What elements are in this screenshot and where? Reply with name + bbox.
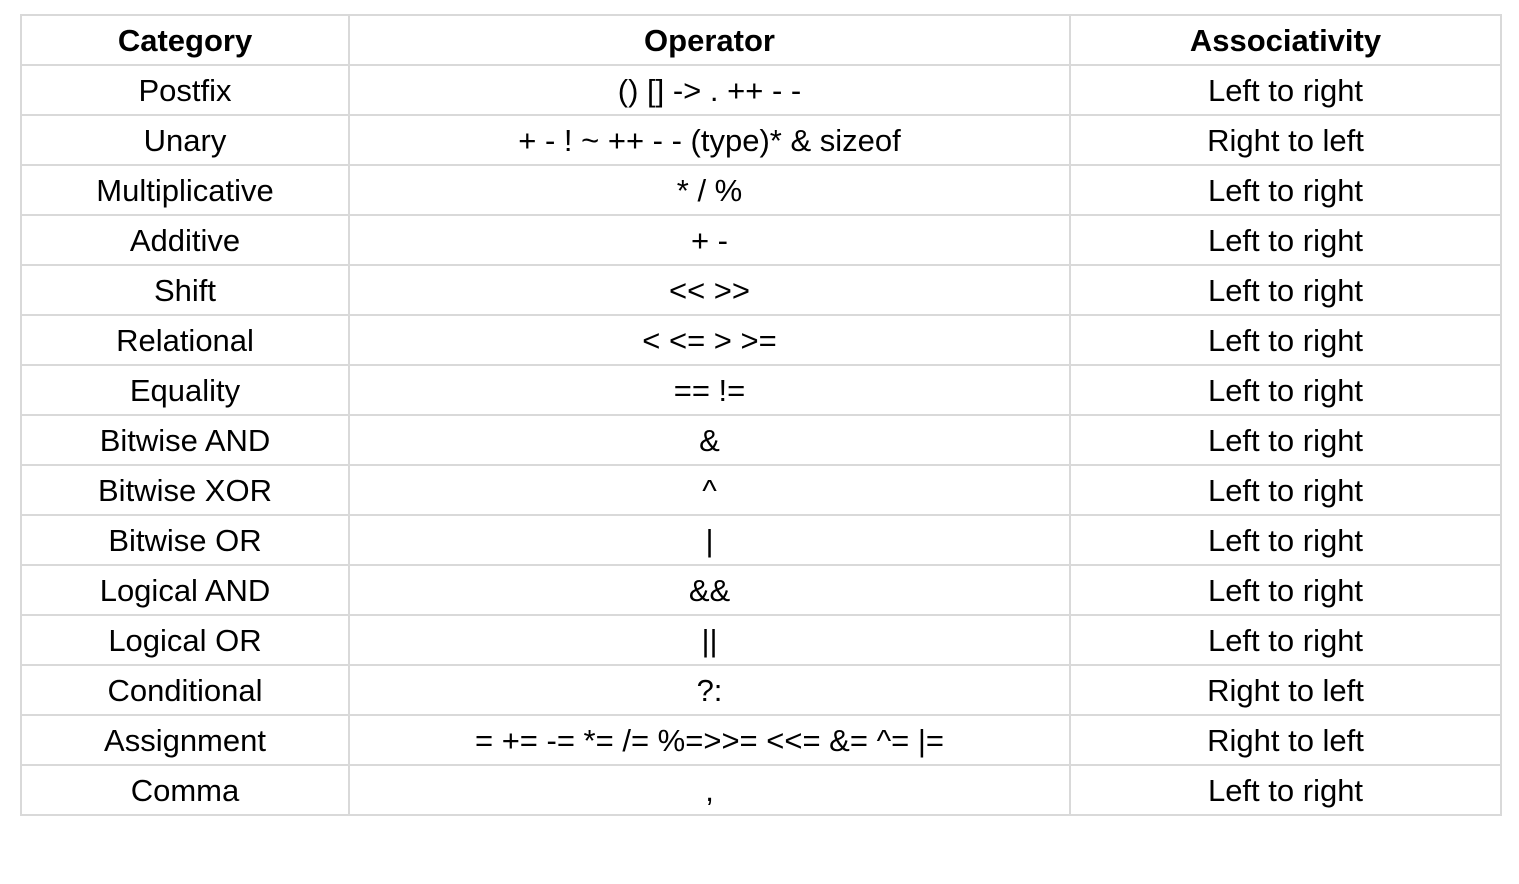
table-row: Comma , Left to right [20, 764, 1502, 816]
cell-operator: + - [348, 214, 1071, 266]
cell-category: Bitwise AND [20, 414, 350, 466]
cell-associativity: Left to right [1069, 264, 1502, 316]
table-row: Postfix () [] -> . ++ - - Left to right [20, 64, 1502, 116]
table-header: Category Operator Associativity [20, 14, 1502, 66]
cell-category: Bitwise OR [20, 514, 350, 566]
cell-operator: < <= > >= [348, 314, 1071, 366]
table-row: Bitwise XOR ^ Left to right [20, 464, 1502, 516]
cell-category: Bitwise XOR [20, 464, 350, 516]
cell-operator: & [348, 414, 1071, 466]
header-row: Category Operator Associativity [20, 14, 1502, 66]
cell-operator: ^ [348, 464, 1071, 516]
table-body: Postfix () [] -> . ++ - - Left to right … [20, 64, 1502, 816]
cell-associativity: Left to right [1069, 514, 1502, 566]
cell-operator: + - ! ~ ++ - - (type)* & sizeof [348, 114, 1071, 166]
table-row: Multiplicative * / % Left to right [20, 164, 1502, 216]
table-row: Equality == != Left to right [20, 364, 1502, 416]
table-row: Additive + - Left to right [20, 214, 1502, 266]
cell-associativity: Right to left [1069, 714, 1502, 766]
cell-operator: && [348, 564, 1071, 616]
cell-category: Additive [20, 214, 350, 266]
table-row: Conditional ?: Right to left [20, 664, 1502, 716]
table-row: Logical OR || Left to right [20, 614, 1502, 666]
cell-associativity: Left to right [1069, 564, 1502, 616]
cell-category: Shift [20, 264, 350, 316]
table-row: Relational < <= > >= Left to right [20, 314, 1502, 366]
cell-category: Postfix [20, 64, 350, 116]
cell-operator: = += -= *= /= %=>>= <<= &= ^= |= [348, 714, 1071, 766]
cell-associativity: Left to right [1069, 364, 1502, 416]
table-row: Bitwise AND & Left to right [20, 414, 1502, 466]
cell-category: Multiplicative [20, 164, 350, 216]
table-row: Bitwise OR | Left to right [20, 514, 1502, 566]
cell-associativity: Left to right [1069, 314, 1502, 366]
cell-associativity: Left to right [1069, 64, 1502, 116]
header-operator: Operator [348, 14, 1071, 66]
cell-associativity: Left to right [1069, 764, 1502, 816]
cell-operator: () [] -> . ++ - - [348, 64, 1071, 116]
cell-associativity: Right to left [1069, 114, 1502, 166]
cell-operator: , [348, 764, 1071, 816]
cell-category: Assignment [20, 714, 350, 766]
cell-associativity: Left to right [1069, 164, 1502, 216]
cell-operator: || [348, 614, 1071, 666]
cell-operator: == != [348, 364, 1071, 416]
cell-category: Comma [20, 764, 350, 816]
header-associativity: Associativity [1069, 14, 1502, 66]
cell-category: Conditional [20, 664, 350, 716]
header-category: Category [20, 14, 350, 66]
cell-associativity: Right to left [1069, 664, 1502, 716]
table-row: Logical AND && Left to right [20, 564, 1502, 616]
cell-operator: ?: [348, 664, 1071, 716]
table-row: Assignment = += -= *= /= %=>>= <<= &= ^=… [20, 714, 1502, 766]
cell-operator: * / % [348, 164, 1071, 216]
cell-category: Logical AND [20, 564, 350, 616]
cell-operator: | [348, 514, 1071, 566]
cell-category: Logical OR [20, 614, 350, 666]
operator-precedence-table: Category Operator Associativity Postfix … [20, 14, 1502, 816]
cell-operator: << >> [348, 264, 1071, 316]
cell-category: Relational [20, 314, 350, 366]
table-row: Shift << >> Left to right [20, 264, 1502, 316]
cell-category: Equality [20, 364, 350, 416]
cell-associativity: Left to right [1069, 464, 1502, 516]
cell-associativity: Left to right [1069, 614, 1502, 666]
table-row: Unary + - ! ~ ++ - - (type)* & sizeof Ri… [20, 114, 1502, 166]
cell-associativity: Left to right [1069, 414, 1502, 466]
cell-category: Unary [20, 114, 350, 166]
cell-associativity: Left to right [1069, 214, 1502, 266]
